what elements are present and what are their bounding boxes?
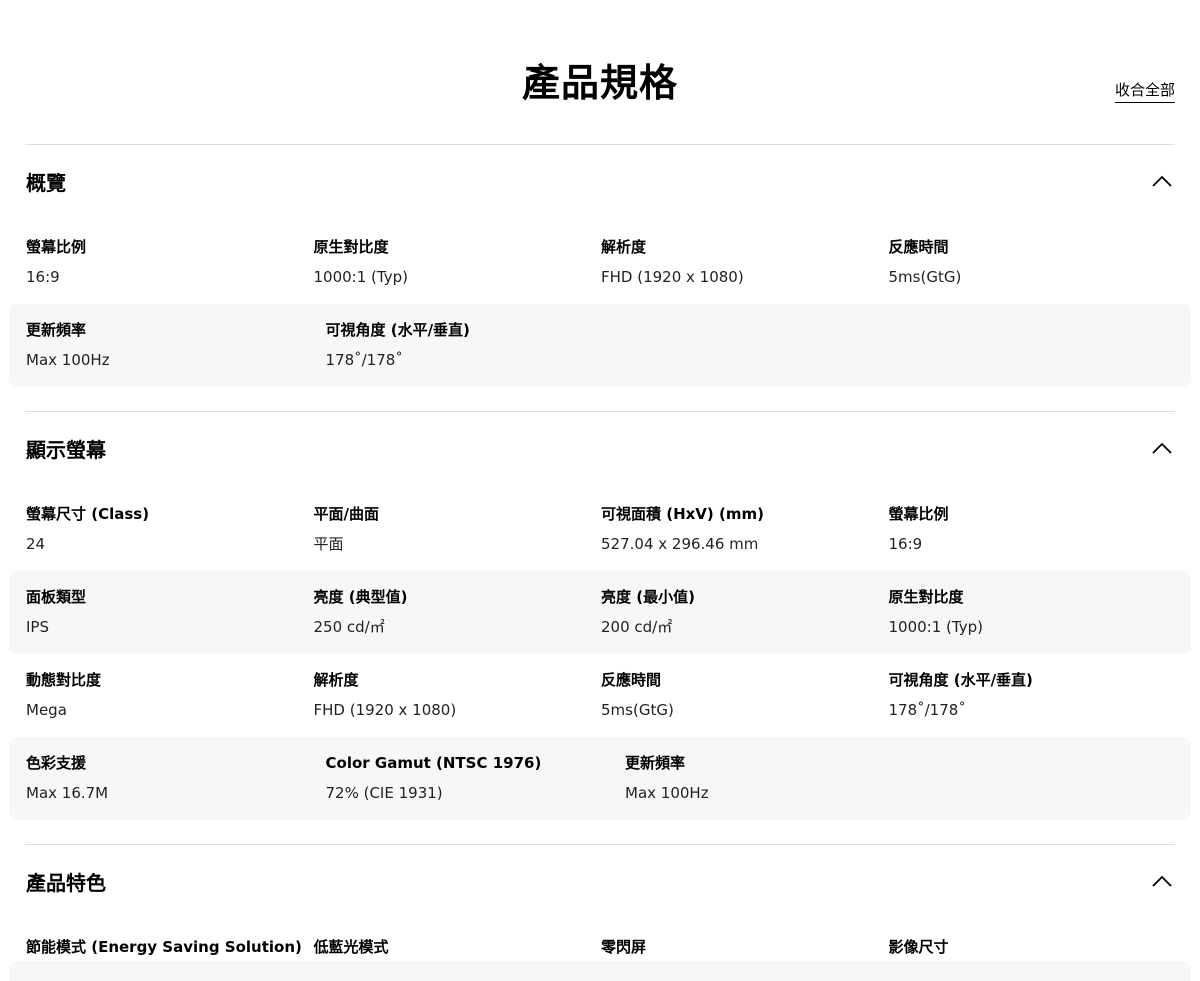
spec-item: 解析度 FHD (1920 x 1080): [313, 654, 601, 737]
spec-value: 250 cd/㎡: [313, 618, 385, 636]
section-header[interactable]: 產品特色: [25, 845, 1175, 921]
spec-item: Color Gamut (NTSC 1976) 72% (CIE 1931): [325, 737, 625, 820]
spec-value: 16:9: [888, 535, 923, 553]
spec-row: 更新頻率 Max 100Hz 可視角度 (水平/垂直) 178˚/178˚: [9, 304, 1191, 387]
spec-item: 動態對比度 Mega: [25, 654, 313, 737]
spec-item: 反應時間 5ms(GtG): [888, 221, 1176, 304]
spec-label: 螢幕比例: [888, 505, 949, 523]
spec-label: 低藍光模式: [313, 938, 389, 956]
spec-row: 色彩支援 Max 16.7M Color Gamut (NTSC 1976) 7…: [9, 737, 1191, 820]
spec-label: 原生對比度: [313, 238, 389, 256]
spec-item: 更新頻率 Max 100Hz: [25, 304, 325, 387]
spec-label: 解析度: [313, 671, 359, 689]
spec-value: 527.04 x 296.46 mm: [601, 535, 759, 553]
spec-label: 可視面積 (HxV) (mm): [601, 505, 764, 523]
spec-value: Max 16.7M: [26, 784, 109, 802]
spec-row-partial: [9, 961, 1191, 981]
spec-label: 更新頻率: [26, 321, 87, 339]
collapse-all-link[interactable]: 收合全部: [1114, 80, 1175, 103]
spec-item: 面板類型 IPS: [25, 571, 313, 654]
spec-value: 平面: [313, 535, 344, 553]
spec-item: 亮度 (最小值) 200 cd/㎡: [600, 571, 888, 654]
spec-row: 螢幕尺寸 (Class) 24 平面/曲面 平面 可視面積 (HxV) (mm)…: [9, 488, 1191, 571]
spec-value: IPS: [26, 618, 49, 636]
spec-label: 螢幕比例: [26, 238, 87, 256]
spec-section-overview: 概覽 螢幕比例 16:9 原生對比度 1000:1 (Typ) 解析度 FHD …: [9, 145, 1191, 412]
spec-row: 面板類型 IPS 亮度 (典型值) 250 cd/㎡ 亮度 (最小值) 200 …: [9, 571, 1191, 654]
spec-item: 可視角度 (水平/垂直) 178˚/178˚: [325, 304, 625, 387]
spec-value: 200 cd/㎡: [601, 618, 673, 636]
spec-label: 亮度 (最小值): [601, 588, 695, 606]
chevron-up-icon[interactable]: [1151, 873, 1173, 889]
spec-label: 反應時間: [601, 671, 662, 689]
spec-item: 螢幕尺寸 (Class) 24: [25, 488, 313, 571]
spec-item: 原生對比度 1000:1 (Typ): [313, 221, 601, 304]
spec-value: 178˚/178˚: [325, 351, 403, 369]
spec-item: 螢幕比例 16:9: [25, 221, 313, 304]
spec-row: 螢幕比例 16:9 原生對比度 1000:1 (Typ) 解析度 FHD (19…: [9, 221, 1191, 304]
spec-item: 可視面積 (HxV) (mm) 527.04 x 296.46 mm: [600, 488, 888, 571]
spec-label: 面板類型: [26, 588, 87, 606]
section-header[interactable]: 概覽: [25, 145, 1175, 221]
spec-label: 平面/曲面: [313, 505, 379, 523]
spec-item: 螢幕比例 16:9: [888, 488, 1176, 571]
section-title: 概覽: [26, 171, 66, 195]
spec-item: 可視角度 (水平/垂直) 178˚/178˚: [888, 654, 1176, 737]
spec-label: 螢幕尺寸 (Class): [26, 505, 150, 523]
spec-value: 16:9: [26, 268, 60, 286]
spec-label: 原生對比度: [888, 588, 964, 606]
page-title: 產品規格: [521, 61, 678, 105]
spec-item: 原生對比度 1000:1 (Typ): [888, 571, 1176, 654]
spec-label: 解析度: [601, 238, 647, 256]
spec-value: FHD (1920 x 1080): [601, 268, 744, 286]
spec-label: 更新頻率: [625, 754, 686, 772]
spec-value: 178˚/178˚: [888, 701, 966, 719]
spec-row: 動態對比度 Mega 解析度 FHD (1920 x 1080) 反應時間 5m…: [9, 654, 1191, 737]
spec-item: 更新頻率 Max 100Hz: [624, 737, 924, 820]
spec-label: 零閃屏: [601, 938, 647, 956]
spec-item: 色彩支援 Max 16.7M: [25, 737, 325, 820]
spec-value: Max 100Hz: [625, 784, 709, 802]
spec-item: 平面/曲面 平面: [313, 488, 601, 571]
spec-value: 1000:1 (Typ): [888, 618, 983, 636]
spec-label: 動態對比度: [26, 671, 102, 689]
spec-value: 5ms(GtG): [601, 701, 674, 719]
section-title: 顯示螢幕: [26, 438, 106, 462]
spec-label: 反應時間: [888, 238, 949, 256]
spec-value: 24: [26, 535, 46, 553]
spec-item: 亮度 (典型值) 250 cd/㎡: [313, 571, 601, 654]
section-header[interactable]: 顯示螢幕: [25, 412, 1175, 488]
spec-label: 色彩支援: [26, 754, 87, 772]
spec-value: 5ms(GtG): [888, 268, 962, 286]
spec-value: Mega: [26, 701, 67, 719]
spec-value: FHD (1920 x 1080): [313, 701, 457, 719]
chevron-up-icon[interactable]: [1151, 173, 1173, 189]
spec-value: 1000:1 (Typ): [313, 268, 408, 286]
spec-label: 節能模式 (Energy Saving Solution): [26, 938, 302, 956]
spec-item: 反應時間 5ms(GtG): [600, 654, 888, 737]
spec-label: 影像尺寸: [888, 938, 949, 956]
spec-section-display: 顯示螢幕 螢幕尺寸 (Class) 24 平面/曲面 平面 可視面積 (HxV)…: [9, 412, 1191, 845]
spec-value: Max 100Hz: [26, 351, 110, 369]
spec-label: 可視角度 (水平/垂直): [325, 321, 470, 339]
spec-item: 解析度 FHD (1920 x 1080): [600, 221, 888, 304]
spec-label: Color Gamut (NTSC 1976): [325, 754, 542, 772]
spec-value: 72% (CIE 1931): [325, 784, 443, 802]
spec-label: 亮度 (典型值): [313, 588, 408, 606]
chevron-up-icon[interactable]: [1151, 440, 1173, 456]
page-header: 產品規格 收合全部: [25, 0, 1175, 145]
spec-label: 可視角度 (水平/垂直): [888, 671, 1033, 689]
spec-page: 產品規格 收合全部 概覽 螢幕比例 16:9 原生對比度 1000:1 (Typ…: [0, 0, 1200, 981]
section-title: 產品特色: [26, 871, 106, 895]
